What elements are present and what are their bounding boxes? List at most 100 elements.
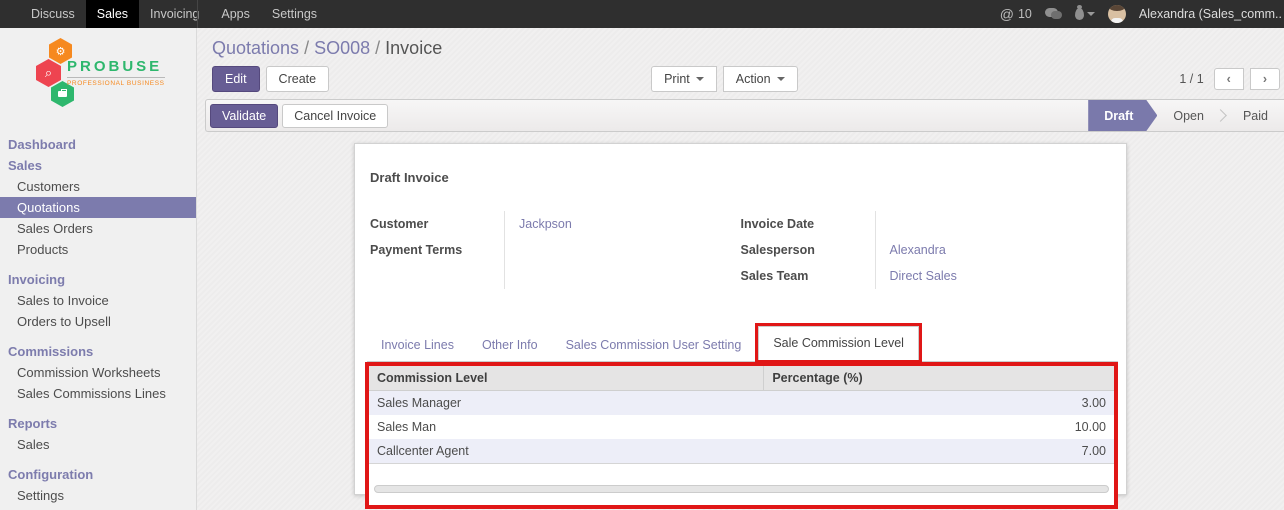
sidebar-section-sales[interactable]: Sales <box>0 155 196 176</box>
caret-down-icon <box>1087 12 1095 16</box>
status-paid[interactable]: Paid <box>1227 100 1284 131</box>
invoice-date-value[interactable] <box>890 211 957 237</box>
sidebar-item-products[interactable]: Products <box>0 239 196 260</box>
sidebar-item-config-products[interactable]: ▸Products <box>0 506 196 510</box>
menu-apps[interactable]: Apps <box>210 0 261 28</box>
sidebar-item-commission-worksheets[interactable]: Commission Worksheets <box>0 362 196 383</box>
salesperson-label: Salesperson <box>741 237 867 263</box>
table-row[interactable]: Sales Man 10.00 <box>369 415 1114 439</box>
invoice-title: Draft Invoice <box>370 170 1126 185</box>
menu-discuss[interactable]: Discuss <box>20 0 86 28</box>
sidebar: ⚙ ⌕ PROBUSE PROFESSIONAL BUSINESS Dashbo… <box>0 28 197 510</box>
cancel-invoice-button[interactable]: Cancel Invoice <box>282 104 388 128</box>
table-empty-space <box>369 493 1114 505</box>
create-button[interactable]: Create <box>266 66 330 92</box>
form-view: Draft Invoice Customer Payment Terms Jac… <box>197 132 1284 510</box>
sidebar-section-reports[interactable]: Reports <box>0 413 196 434</box>
at-icon: @ <box>1000 6 1014 22</box>
status-pipeline: Draft Open Paid <box>1088 100 1284 131</box>
table-row[interactable]: Sales Manager 3.00 <box>369 391 1114 416</box>
payment-terms-label: Payment Terms <box>370 237 496 263</box>
customer-label: Customer <box>370 211 496 237</box>
payment-terms-value[interactable] <box>519 237 572 263</box>
edit-button[interactable]: Edit <box>212 66 260 92</box>
print-dropdown-button[interactable]: Print <box>651 66 717 92</box>
breadcrumb-quotations[interactable]: Quotations <box>212 38 299 58</box>
messages-icon[interactable] <box>1045 8 1062 20</box>
sidebar-item-customers[interactable]: Customers <box>0 176 196 197</box>
probuse-logo: ⚙ ⌕ PROBUSE PROFESSIONAL BUSINESS <box>0 36 196 116</box>
print-label: Print <box>664 72 690 86</box>
customer-value[interactable]: Jackpson <box>519 211 572 237</box>
status-draft[interactable]: Draft <box>1088 100 1157 131</box>
activities-counter[interactable]: @ 10 <box>1000 6 1032 22</box>
sidebar-section-invoicing[interactable]: Invoicing <box>0 269 196 290</box>
notebook-tabs: Invoice Lines Other Info Sales Commissio… <box>367 323 1118 362</box>
cell-percentage[interactable]: 3.00 <box>764 391 1114 416</box>
app-menus: Discuss Sales Invoicing Apps Settings <box>0 0 328 28</box>
table-empty-space <box>369 464 1114 485</box>
tab-sale-commission-level[interactable]: Sale Commission Level <box>758 326 919 360</box>
pager-count: 1 / 1 <box>1179 72 1203 86</box>
topbar-divider <box>197 0 198 28</box>
cell-percentage[interactable]: 10.00 <box>764 415 1114 439</box>
sidebar-section-configuration[interactable]: Configuration <box>0 464 196 485</box>
invoice-date-label: Invoice Date <box>741 211 867 237</box>
action-dropdown-button[interactable]: Action <box>723 66 798 92</box>
activities-count: 10 <box>1018 7 1032 21</box>
debug-menu[interactable] <box>1075 8 1095 20</box>
tab-sales-commission-user-setting[interactable]: Sales Commission User Setting <box>552 329 756 361</box>
user-menu[interactable]: Alexandra (Sales_comm.. <box>1139 7 1282 21</box>
menu-settings[interactable]: Settings <box>261 0 328 28</box>
breadcrumb: Quotations / SO008 / Invoice <box>212 38 1284 59</box>
sidebar-item-sales-to-invoice[interactable]: Sales to Invoice <box>0 290 196 311</box>
menu-invoicing[interactable]: Invoicing <box>139 0 210 28</box>
field-groups: Customer Payment Terms Jackpson Invoice … <box>370 211 1111 289</box>
pager-prev-button[interactable]: ‹ <box>1214 68 1244 90</box>
user-avatar[interactable] <box>1108 5 1126 23</box>
sidebar-item-settings[interactable]: Settings <box>0 485 196 506</box>
table-row[interactable]: Callcenter Agent 7.00 <box>369 439 1114 464</box>
breadcrumb-separator: / <box>304 38 314 58</box>
invoice-sheet: Draft Invoice Customer Payment Terms Jac… <box>354 143 1127 495</box>
column-header-percentage[interactable]: Percentage (%) <box>764 366 1114 391</box>
breadcrumb-current: Invoice <box>385 38 442 58</box>
pager-next-button[interactable]: › <box>1250 68 1280 90</box>
cell-commission-level[interactable]: Callcenter Agent <box>369 439 764 464</box>
logo-hex-magnifier-icon: ⌕ <box>36 59 61 87</box>
breadcrumb-so008[interactable]: SO008 <box>314 38 370 58</box>
sidebar-item-sales-report[interactable]: Sales <box>0 434 196 455</box>
sidebar-item-sales-commissions-lines[interactable]: Sales Commissions Lines <box>0 383 196 404</box>
tab-other-info[interactable]: Other Info <box>468 329 552 361</box>
sidebar-item-dashboard[interactable]: Dashboard <box>0 134 196 155</box>
tab-invoice-lines[interactable]: Invoice Lines <box>367 329 468 361</box>
sales-team-value[interactable]: Direct Sales <box>890 263 957 289</box>
cell-commission-level[interactable]: Sales Manager <box>369 391 764 416</box>
status-open[interactable]: Open <box>1157 100 1220 131</box>
print-action-group: Print Action <box>651 66 797 92</box>
caret-down-icon <box>696 77 704 81</box>
sidebar-item-orders-to-upsell[interactable]: Orders to Upsell <box>0 311 196 332</box>
menu-sales[interactable]: Sales <box>86 0 139 28</box>
cell-commission-level[interactable]: Sales Man <box>369 415 764 439</box>
logo-text: PROBUSE PROFESSIONAL BUSINESS <box>67 58 165 87</box>
sidebar-section-commissions[interactable]: Commissions <box>0 341 196 362</box>
validate-button[interactable]: Validate <box>210 104 278 128</box>
field-group-left: Customer Payment Terms Jackpson <box>370 211 741 289</box>
logo-title: PROBUSE <box>67 58 165 78</box>
cell-percentage[interactable]: 7.00 <box>764 439 1114 464</box>
sidebar-item-quotations[interactable]: Quotations <box>0 197 196 218</box>
salesperson-value[interactable]: Alexandra <box>890 237 957 263</box>
bug-icon <box>1075 8 1084 20</box>
table-header-row: Commission Level Percentage (%) <box>369 366 1114 391</box>
sidebar-item-sales-orders[interactable]: Sales Orders <box>0 218 196 239</box>
content-area: Quotations / SO008 / Invoice Edit Create… <box>197 28 1284 510</box>
column-header-commission-level[interactable]: Commission Level <box>369 366 764 391</box>
logo-subtitle: PROFESSIONAL BUSINESS <box>67 80 165 87</box>
commission-table: Commission Level Percentage (%) Sales Ma… <box>369 366 1114 464</box>
horizontal-scrollbar[interactable] <box>374 485 1109 493</box>
pager: 1 / 1 ‹ › <box>1179 68 1284 90</box>
field-group-right: Invoice Date Salesperson Sales Team Alex… <box>741 211 1112 289</box>
topbar-right: @ 10 Alexandra (Sales_comm.. <box>1000 0 1284 28</box>
caret-down-icon <box>777 77 785 81</box>
